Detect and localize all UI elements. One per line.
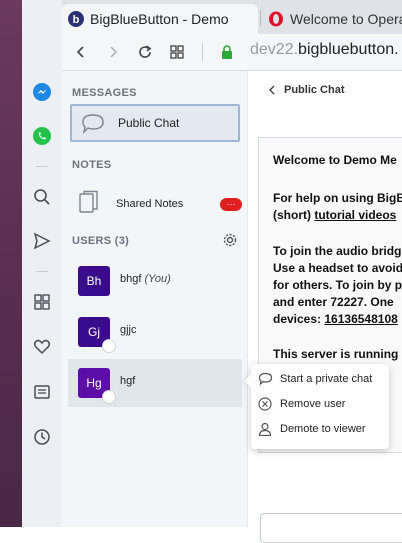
welcome-line: For help on using BigB — [273, 191, 402, 205]
avatar-status-dot — [102, 339, 116, 353]
menu-pointer — [244, 374, 251, 388]
chat-panel: Public Chat Welcome to Demo Me For help … — [248, 71, 402, 543]
desktop-background — [0, 0, 22, 527]
avatar-initials: Hg — [86, 376, 102, 390]
tutorial-videos-link[interactable]: tutorial videos — [314, 208, 396, 222]
user-row-gjjc[interactable]: Gj gjjc — [68, 308, 242, 356]
start-private-chat-item[interactable]: Start a private chat — [257, 368, 387, 390]
avatar-status-dot — [102, 390, 116, 404]
back-button[interactable] — [70, 41, 92, 63]
sidebar-divider — [36, 166, 48, 167]
messages-section-title: MESSAGES — [72, 87, 137, 99]
welcome-line: To join the audio bridg — [273, 244, 402, 258]
public-chat-item[interactable]: Public Chat — [70, 104, 240, 142]
user-name: hgf — [120, 375, 136, 387]
welcome-text: Welcome to — [273, 153, 344, 167]
avatar: Bh — [78, 266, 110, 296]
public-chat-label: Public Chat — [118, 116, 180, 130]
bigbluebutton-favicon-icon: b — [68, 11, 84, 27]
chat-bubble-icon — [257, 371, 273, 387]
user-row-hgf[interactable]: Hg hgf — [68, 359, 242, 407]
welcome-line: and enter 72227. One — [273, 295, 394, 309]
notes-section-title: NOTES — [72, 159, 112, 171]
user-name-text: bhgf — [120, 273, 142, 285]
avatar: Hg — [78, 368, 116, 404]
user-icon — [257, 421, 273, 437]
menu-item-label: Start a private chat — [280, 373, 373, 385]
notes-document-icon — [78, 190, 100, 221]
user-context-menu: Start a private chat Remove user Demote … — [244, 364, 389, 449]
user-you-suffix: (You) — [144, 273, 171, 285]
welcome-line: Welcome to Demo Me — [273, 152, 397, 169]
user-row-bhgf[interactable]: Bh bhgf (You) — [68, 257, 242, 305]
reload-icon — [139, 45, 152, 58]
browser-toolbar: dev22.bigbluebutton. — [62, 34, 402, 71]
forward-arrow-icon — [110, 46, 118, 58]
tab-bigbluebutton[interactable]: b BigBlueButton - Demo — [62, 4, 258, 34]
user-list-panel: MESSAGES Public Chat NOTES Shared Notes … — [62, 71, 248, 527]
menu-item-label: Remove user — [280, 398, 346, 410]
grid-icon — [170, 45, 184, 59]
url-prefix: dev22. — [250, 41, 299, 58]
news-icon[interactable] — [30, 380, 54, 404]
welcome-text: (short) — [273, 208, 315, 222]
tab-label: BigBlueButton - Demo — [90, 11, 229, 27]
welcome-line: devices: 16136548108 — [273, 311, 398, 328]
welcome-line: Use a headset to avoid — [273, 261, 402, 275]
sidebar-divider — [36, 271, 48, 272]
welcome-line: for others. To join by p — [273, 278, 402, 292]
url-host: bigbluebutton. — [298, 41, 399, 58]
chevron-left-icon — [268, 85, 276, 95]
avatar: Gj — [78, 317, 116, 353]
reload-button[interactable] — [134, 41, 156, 63]
speed-dial-button[interactable] — [166, 41, 188, 63]
welcome-line: This server is running — [273, 347, 399, 361]
user-name: gjjc — [120, 324, 137, 336]
shared-notes-label: Shared Notes — [116, 198, 184, 210]
close-circle-icon — [257, 396, 273, 412]
forward-button[interactable] — [102, 41, 124, 63]
back-arrow-icon — [76, 46, 84, 58]
search-icon[interactable] — [30, 185, 54, 209]
history-clock-icon[interactable] — [30, 425, 54, 449]
speed-dial-icon[interactable] — [30, 290, 54, 314]
whatsapp-icon[interactable] — [30, 124, 54, 148]
tab-welcome-opera[interactable]: Welcome to Opera — [262, 4, 402, 34]
menu-item-label: Demote to viewer — [280, 423, 366, 435]
opera-sidebar — [22, 0, 63, 527]
tab-strip: b BigBlueButton - Demo Welcome to Opera — [62, 0, 402, 34]
dial-in-number-link[interactable]: 16136548108 — [324, 312, 397, 326]
chat-bubble-icon — [80, 112, 106, 141]
users-section-title: USERS (3) — [72, 235, 130, 247]
remove-user-item[interactable]: Remove user — [257, 393, 387, 415]
welcome-text: devices: — [273, 312, 325, 326]
chat-header-back[interactable]: Public Chat — [268, 84, 345, 96]
secure-lock-icon[interactable] — [216, 41, 238, 63]
tab-label: Welcome to Opera — [290, 11, 402, 27]
address-bar[interactable]: dev22.bigbluebutton. — [250, 41, 399, 59]
opera-favicon-icon — [268, 11, 284, 27]
messenger-icon[interactable] — [30, 80, 54, 104]
avatar-initials: Gj — [88, 325, 100, 339]
send-icon[interactable] — [30, 229, 54, 253]
user-name: bhgf (You) — [120, 273, 171, 285]
welcome-line: (short) tutorial videos — [273, 207, 396, 224]
chat-header-title: Public Chat — [284, 84, 345, 96]
chat-message-input[interactable] — [260, 513, 402, 543]
user-options-gear-icon[interactable] — [222, 232, 238, 248]
demote-to-viewer-item[interactable]: Demote to viewer — [257, 418, 387, 440]
svg-text:b: b — [73, 14, 80, 26]
toolbar-divider — [202, 43, 203, 61]
heart-icon[interactable] — [30, 335, 54, 359]
shared-notes-item[interactable]: Shared Notes ··· — [70, 186, 242, 222]
avatar-initials: Bh — [86, 274, 102, 288]
unread-notes-badge: ··· — [220, 198, 242, 211]
welcome-meeting-name: Demo Me — [343, 153, 397, 167]
tab-separator — [260, 10, 261, 26]
